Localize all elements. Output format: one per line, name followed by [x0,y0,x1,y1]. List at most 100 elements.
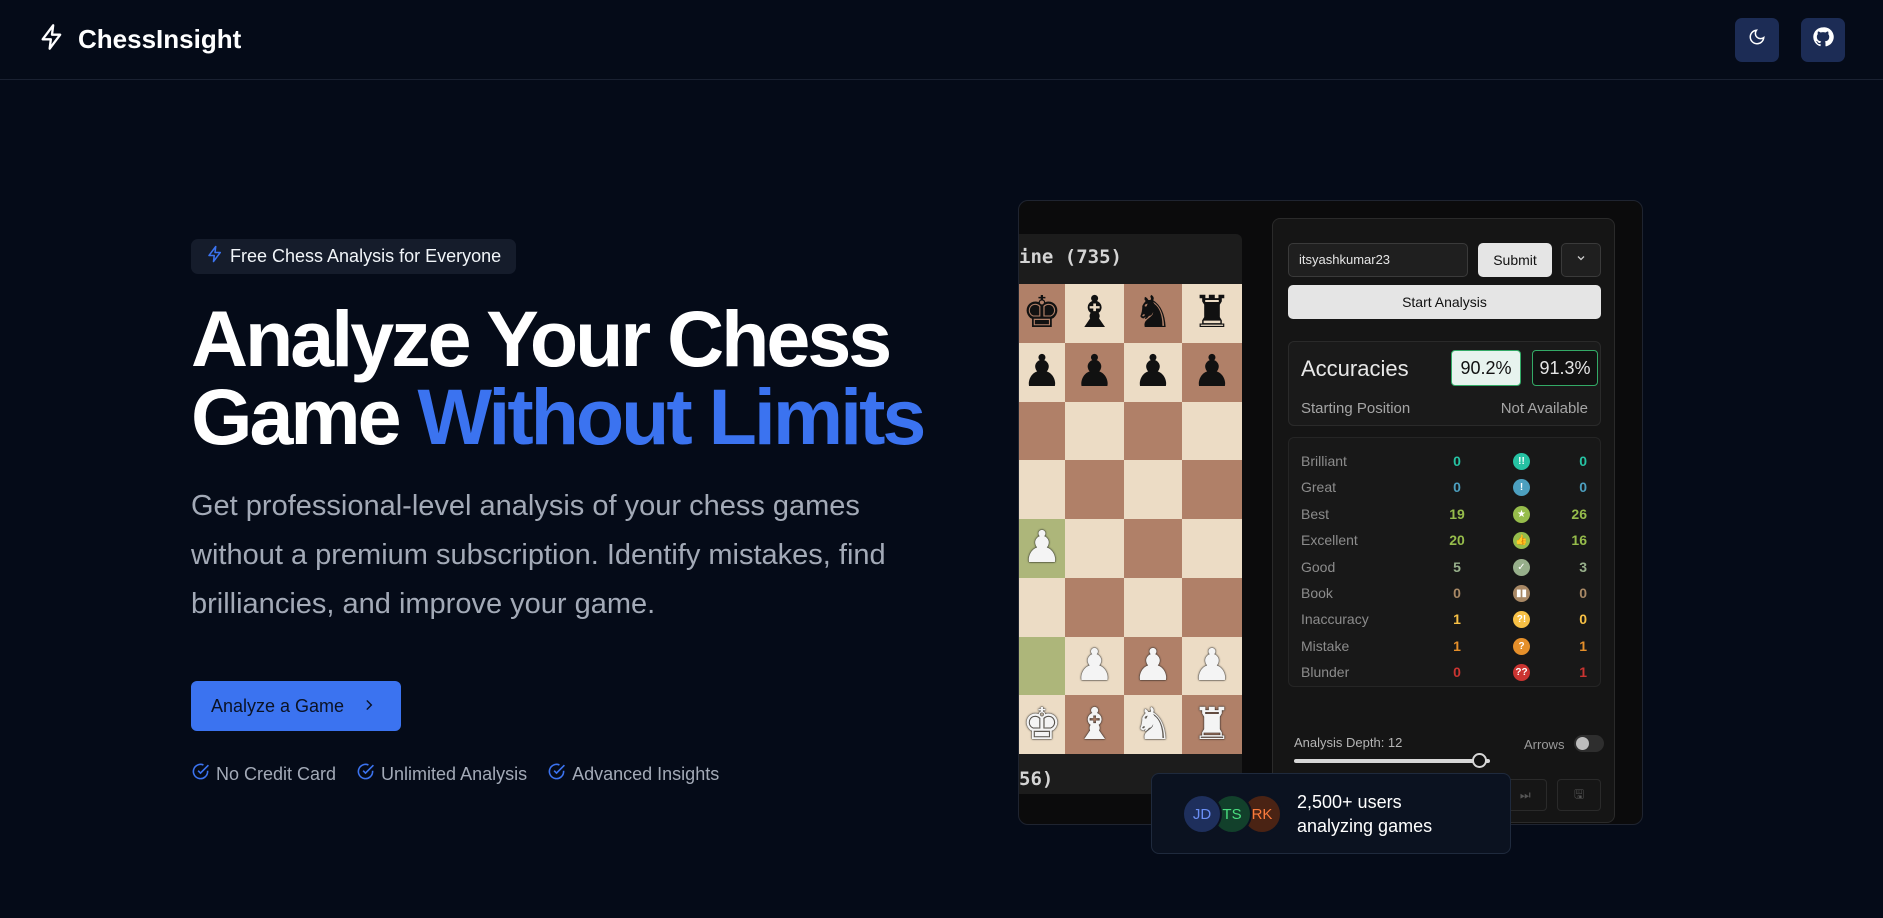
brilliant-icon: !! [1513,453,1530,470]
white-rook-icon[interactable]: ♜ [1192,702,1231,747]
accuracy-black: 91.3% [1532,350,1598,386]
board-square[interactable]: ♟ [1019,342,1065,402]
classification-black-count: 0 [1579,611,1587,628]
board-square[interactable]: ♟ [1124,636,1182,696]
white-pawn-icon[interactable]: ♟ [1192,643,1231,688]
black-pawn-icon[interactable]: ♟ [1075,350,1114,394]
black-pawn-icon[interactable]: ♟ [1133,350,1172,394]
hero-subtext: Get professional-level analysis of your … [191,490,886,620]
app-preview: ine (735) ♚ ♝ ♞ ♜ ♟ ♟ ♟ ♟ ♟ ♟ ♟ ♟ ♚ ♝ ♞ ♜ 56) itsyashku… [1018,200,1643,825]
cta-label: Analyze a Game [211,695,345,716]
classification-name: Great [1301,479,1337,496]
check-circle-icon [356,762,375,786]
classification-black-count: 1 [1579,664,1587,681]
feature-item: Unlimited Analysis [356,762,527,786]
classification-white-count: 0 [1453,664,1461,681]
depth-slider-thumb[interactable] [1471,753,1487,768]
board-square[interactable] [1019,636,1065,696]
black-king-icon[interactable]: ♚ [1022,291,1061,335]
board-square[interactable] [1182,577,1242,637]
lightning-icon [38,22,66,57]
board-square[interactable] [1065,577,1124,637]
white-pawn-icon[interactable]: ♟ [1075,643,1114,688]
hero-headline: Analyze Your Chess Game Without Limits [191,299,951,456]
classification-name: Book [1301,584,1333,601]
black-knight-icon[interactable]: ♞ [1133,291,1172,335]
board-square[interactable]: ♝ [1065,695,1124,754]
board-square[interactable] [1124,460,1182,519]
submit-button[interactable]: Submit [1478,243,1552,277]
depth-label: Analysis Depth: 12 [1294,735,1403,750]
classification-row: Book 0 ▮▮ 0 [1289,580,1600,606]
board-square[interactable] [1065,401,1124,461]
username-input[interactable]: itsyashkumar23 [1288,243,1468,277]
analyze-game-button[interactable]: Analyze a Game [191,681,401,731]
board-square[interactable] [1019,460,1065,519]
check-circle-icon [191,762,210,786]
black-pawn-icon[interactable]: ♟ [1022,350,1061,394]
board-square[interactable]: ♜ [1182,284,1242,343]
classification-row: Inaccuracy 1?! 0 [1289,606,1600,632]
board-square[interactable]: ♟ [1065,342,1124,402]
classification-name: Blunder [1301,664,1350,681]
arrows-toggle[interactable] [1574,735,1604,752]
classification-row: Excellent 20 👍 16 [1289,527,1600,553]
white-pawn-icon[interactable]: ♟ [1133,643,1172,688]
moon-icon [1748,28,1766,51]
brand[interactable]: ChessInsight [38,22,241,57]
save-icon: 🖫 [1573,786,1585,801]
github-button[interactable] [1801,17,1845,62]
feature-list: No Credit Card Unlimited Analysis Advanc… [191,762,719,786]
save-button[interactable]: 🖫 [1557,779,1601,811]
chevron-down-icon [1575,251,1587,269]
accuracies-box: Accuracies 90.2% 91.3% Starting Position… [1288,341,1601,426]
board-square[interactable] [1065,460,1124,519]
board-square[interactable]: ♝ [1065,284,1124,343]
chess-board: ♚ ♝ ♞ ♜ ♟ ♟ ♟ ♟ ♟ ♟ ♟ ♟ ♚ ♝ ♞ ♜ [1019,284,1242,754]
black-rook-icon[interactable]: ♜ [1192,291,1231,335]
accuracies-title: Accuracies [1301,356,1409,381]
white-king-icon[interactable]: ♚ [1022,702,1061,747]
classification-black-count: 16 [1571,532,1587,549]
board-square[interactable]: ♞ [1124,284,1182,343]
badge-text: Free Chess Analysis for Everyone [230,246,502,266]
move-classification-table: Brilliant 0!! 0 Great 0! 0 Best 19 ★ 26 Excellent 2… [1288,437,1601,687]
board-square[interactable] [1182,401,1242,461]
depth-slider-track[interactable] [1294,759,1490,763]
opening-value: Not Available [1500,400,1588,417]
board-square[interactable]: ♟ [1019,519,1065,578]
dropdown-button[interactable] [1561,243,1601,277]
excellent-icon: 👍 [1513,532,1530,550]
board-square[interactable]: ♟ [1182,342,1242,402]
board-square[interactable]: ♟ [1065,636,1124,696]
active-users-card: 2,500+ users analyzing games JD TS RK [1151,773,1511,854]
board-square[interactable]: ♚ [1019,284,1065,343]
white-knight-icon[interactable]: ♞ [1133,702,1172,747]
board-square[interactable] [1182,460,1242,519]
board-square[interactable]: ♟ [1124,342,1182,402]
board-square[interactable] [1065,519,1124,578]
board-square[interactable] [1182,519,1242,578]
chevron-right-icon [362,696,376,717]
analysis-panel: itsyashkumar23 Submit Start Analysis Acc… [1272,218,1615,823]
board-square[interactable] [1124,519,1182,578]
black-pawn-icon[interactable]: ♟ [1192,350,1231,394]
classification-white-count: 20 [1449,532,1465,549]
start-analysis-button[interactable]: Start Analysis [1288,285,1601,319]
white-pawn-icon[interactable]: ♟ [1022,526,1061,570]
theme-toggle-button[interactable] [1735,17,1779,62]
board-square[interactable]: ♟ [1182,636,1242,696]
board-square[interactable] [1019,401,1065,461]
board-square[interactable]: ♞ [1124,695,1182,754]
white-bishop-icon[interactable]: ♝ [1075,702,1114,747]
classification-white-count: 1 [1453,611,1461,628]
board-square[interactable]: ♜ [1182,695,1242,754]
board-square[interactable] [1124,401,1182,461]
arrows-label: Arrows [1524,737,1565,752]
board-square[interactable] [1019,577,1065,637]
users-count: 2,500+ users [1297,792,1402,812]
black-bishop-icon[interactable]: ♝ [1075,291,1114,335]
classification-white-count: 0 [1453,479,1461,496]
board-square[interactable] [1124,577,1182,637]
board-square[interactable]: ♚ [1019,695,1065,754]
